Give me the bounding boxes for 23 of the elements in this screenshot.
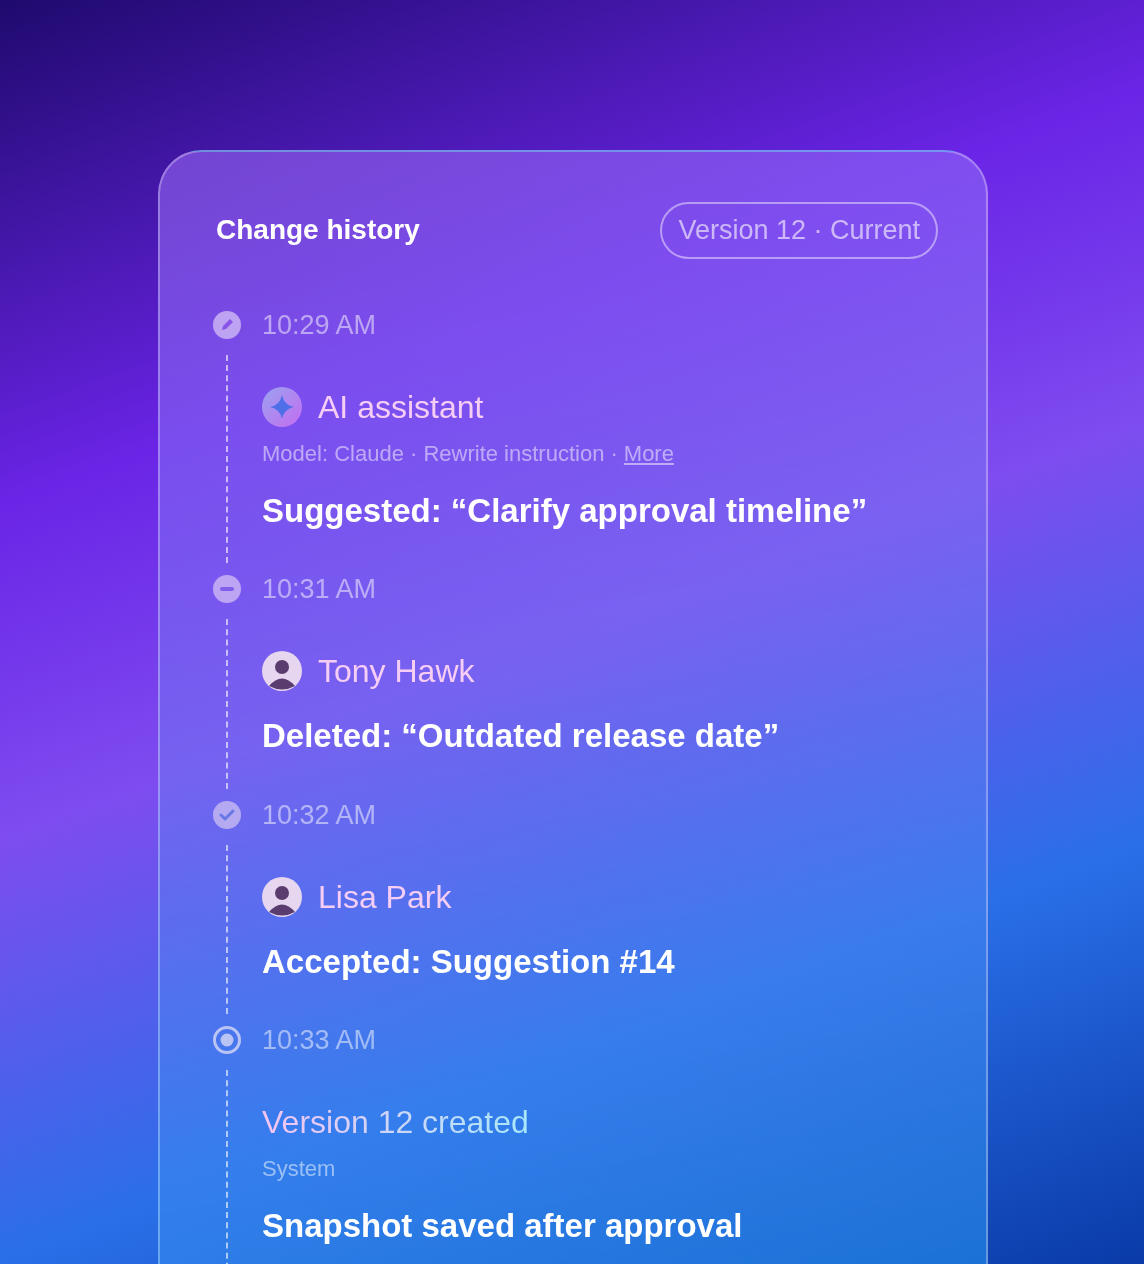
time-label: 10:33 AM [262,1024,378,1057]
action-text: Snapshot saved after approval [262,1206,743,1246]
meta-text: System [262,1155,336,1183]
minus-circle-icon [212,574,242,604]
radio-dot-icon [212,1025,242,1055]
more-link[interactable]: More [623,436,674,470]
actor-name: Lisa Park [318,877,452,917]
avatar-icon [262,876,302,917]
time-label: 10:31 AM [262,573,378,606]
time-label: 10:29 AM [262,308,378,342]
time-label: 10:32 AM [262,798,378,832]
check-circle-icon [212,799,242,830]
pencil-icon [212,309,242,340]
action-text: Suggested: “Clarify approval timeline” [262,490,868,531]
actor-name: Tony Hawk [318,652,475,691]
avatar-icon [262,651,302,691]
actor-name: AI assistant [318,387,484,427]
panel-title: Change history [216,213,420,248]
version-badge: Version 12 · Current [660,202,938,259]
action-text: Accepted: Suggestion #14 [262,941,675,982]
meta-text: Model: Claude · Rewrite instruction · [262,439,618,468]
action-text: Deleted: “Outdated release date” [262,716,780,756]
sparkle-avatar-icon [262,386,302,427]
